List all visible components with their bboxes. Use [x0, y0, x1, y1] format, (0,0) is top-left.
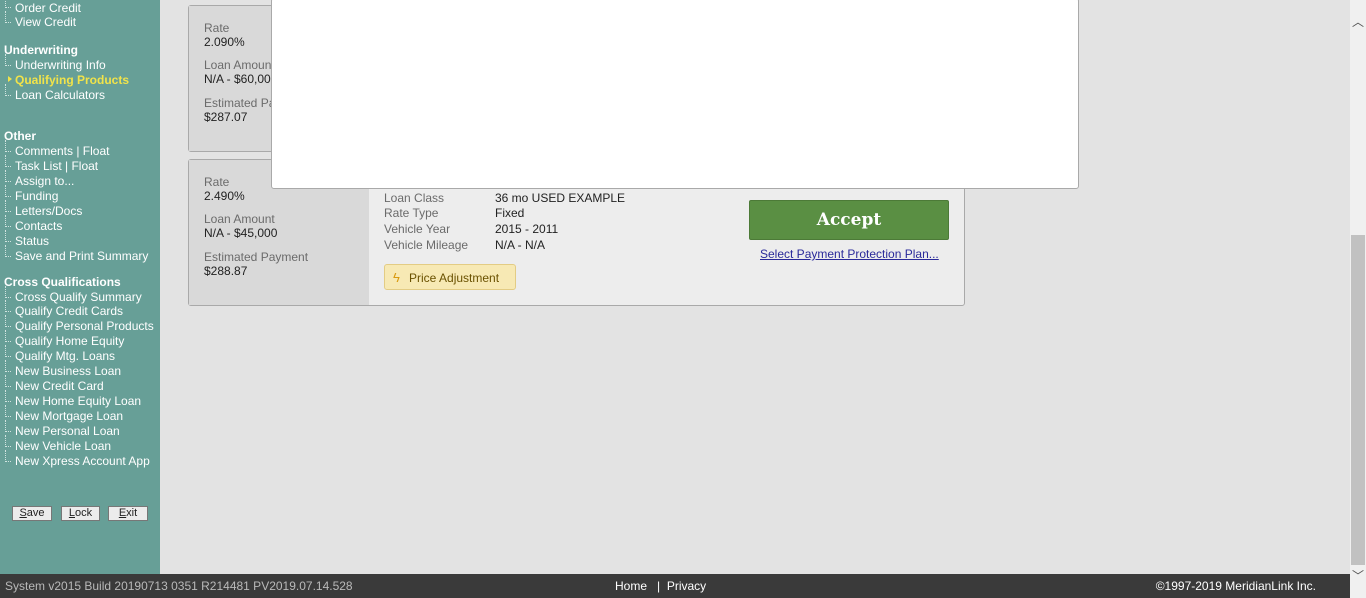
sidebar-item-status[interactable]: Status — [15, 234, 49, 248]
loan-amount-value: N/A - $60,000 — [204, 72, 278, 86]
tree-connector — [5, 170, 11, 182]
exit-button[interactable]: Exit — [108, 506, 148, 521]
lock-button[interactable]: Lock — [61, 506, 100, 521]
save-button[interactable]: Save — [12, 506, 52, 521]
tree-connector — [5, 360, 11, 372]
sidebar-item-letters-docs[interactable]: Letters/Docs — [15, 204, 82, 218]
scroll-up-icon[interactable]: ︿ — [1352, 16, 1364, 28]
tree-connector — [5, 0, 11, 8]
tree-connector — [5, 435, 11, 447]
select-payment-protection-plan-link[interactable]: Select Payment Protection Plan... — [760, 247, 939, 261]
scroll-down-icon[interactable]: ﹀ — [1352, 570, 1364, 582]
sidebar-item-save-print-summary[interactable]: Save and Print Summary — [15, 249, 148, 263]
tree-connector — [5, 405, 11, 417]
system-version: System v2015 Build 20190713 0351 R214481… — [5, 579, 353, 593]
tree-connector — [5, 54, 11, 66]
lightning-bolt-icon: ϟ — [393, 270, 400, 285]
tree-connector — [5, 300, 11, 312]
sidebar-item-loan-calculators[interactable]: Loan Calculators — [15, 88, 105, 102]
tree-connector — [5, 345, 11, 357]
sidebar-item-new-business-loan[interactable]: New Business Loan — [15, 364, 121, 378]
loan-amount-label: Loan Amount — [204, 58, 275, 72]
estimated-payment-value: $287.07 — [204, 110, 248, 124]
sidebar-item-assign-to[interactable]: Assign to... — [15, 174, 74, 188]
tree-connector — [5, 450, 11, 462]
sidebar-item-qualify-personal-products[interactable]: Qualify Personal Products — [15, 319, 154, 333]
vehicle-year-value: 2015 - 2011 — [495, 222, 559, 236]
footer-separator: | — [657, 579, 661, 593]
triangle-right-icon — [8, 76, 12, 82]
scrollbar-thumb[interactable] — [1351, 235, 1365, 565]
footer: System v2015 Build 20190713 0351 R214481… — [0, 574, 1350, 598]
price-adjustment-button[interactable]: ϟ Price Adjustment — [384, 264, 516, 290]
privacy-link[interactable]: Privacy — [667, 579, 706, 593]
rate-type-label: Rate Type — [384, 206, 439, 220]
rate-label: Rate — [204, 21, 230, 35]
sidebar-item-cross-qualify-summary[interactable]: Cross Qualify Summary — [15, 290, 142, 304]
sidebar-heading-underwriting: Underwriting — [4, 43, 78, 57]
sidebar-item-funding[interactable]: Funding — [15, 189, 58, 203]
loan-amount-value: N/A - $45,000 — [204, 226, 278, 240]
vehicle-mileage-label: Vehicle Mileage — [384, 238, 469, 252]
sidebar-nav: Order Credit View Credit Underwriting Un… — [0, 0, 160, 574]
sidebar-heading-cross-qualifications: Cross Qualifications — [4, 275, 121, 289]
tree-connector — [5, 330, 11, 342]
rate-type-value: Fixed — [495, 206, 525, 220]
price-adjustment-label: Price Adjustment — [409, 271, 500, 285]
tree-connector — [5, 200, 11, 212]
tree-connector — [5, 215, 11, 227]
tree-connector — [5, 185, 11, 197]
tree-connector — [5, 230, 11, 242]
estimated-payment-value: $288.87 — [204, 264, 248, 278]
modal-dialog — [271, 0, 1079, 189]
tree-connector — [5, 245, 11, 257]
tree-connector — [5, 155, 11, 167]
vehicle-mileage-value: N/A - N/A — [495, 238, 546, 252]
sidebar-item-qualify-credit-cards[interactable]: Qualify Credit Cards — [15, 304, 123, 318]
tree-connector — [5, 140, 11, 152]
sidebar-item-underwriting-info[interactable]: Underwriting Info — [15, 58, 106, 72]
sidebar-item-qualifying-products[interactable]: Qualifying Products — [15, 73, 129, 87]
sidebar-item-new-xpress-account-app[interactable]: New Xpress Account App — [15, 454, 150, 468]
estimated-payment-label: Estimated Payment — [204, 250, 309, 264]
save-button-label: ave — [26, 507, 45, 519]
sidebar-item-qualify-home-equity[interactable]: Qualify Home Equity — [15, 334, 124, 348]
copyright: ©1997-2019 MeridianLink Inc. — [1155, 579, 1316, 593]
tree-connector — [5, 286, 11, 298]
lock-button-label: ock — [75, 507, 93, 519]
footer-links: Home | Privacy — [615, 579, 706, 593]
tree-connector — [5, 84, 11, 96]
loan-class-label: Loan Class — [384, 191, 445, 205]
sidebar-item-new-vehicle-loan[interactable]: New Vehicle Loan — [15, 439, 111, 453]
sidebar-item-new-credit-card[interactable]: New Credit Card — [15, 379, 104, 393]
accept-button[interactable]: Accept — [749, 200, 949, 240]
sidebar-item-contacts[interactable]: Contacts — [15, 219, 62, 233]
save-button-accesskey: S — [19, 507, 27, 519]
tree-connector — [5, 315, 11, 327]
tree-connector — [5, 375, 11, 387]
home-link[interactable]: Home — [615, 579, 647, 593]
sidebar-item-comments[interactable]: Comments | Float — [15, 144, 109, 158]
sidebar-item-new-mortgage-loan[interactable]: New Mortgage Loan — [15, 409, 123, 423]
tree-connector — [5, 390, 11, 402]
loan-class-value: 36 mo USED EXAMPLE — [495, 191, 626, 205]
loan-amount-label: Loan Amount — [204, 212, 275, 226]
rate-value: 2.090% — [204, 35, 245, 49]
sidebar-item-new-home-equity-loan[interactable]: New Home Equity Loan — [15, 394, 141, 408]
rate-label: Rate — [204, 175, 230, 189]
exit-button-label: xit — [126, 507, 138, 519]
rate-value: 2.490% — [204, 189, 245, 203]
sidebar-item-task-list[interactable]: Task List | Float — [15, 159, 98, 173]
tree-connector — [5, 420, 11, 432]
tree-connector — [5, 11, 11, 23]
sidebar-item-qualify-mtg-loans[interactable]: Qualify Mtg. Loans — [15, 349, 115, 363]
sidebar-item-view-credit[interactable]: View Credit — [15, 15, 76, 29]
vehicle-year-label: Vehicle Year — [384, 222, 451, 236]
sidebar-item-order-credit[interactable]: Order Credit — [15, 1, 81, 15]
sidebar-item-new-personal-loan[interactable]: New Personal Loan — [15, 424, 120, 438]
